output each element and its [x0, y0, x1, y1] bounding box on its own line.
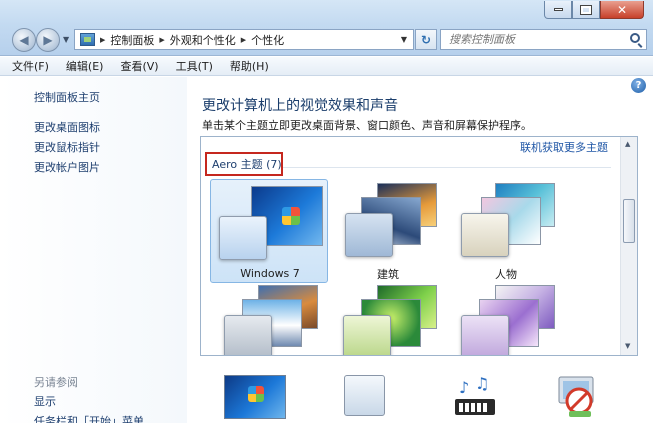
title-bar: ✕ ◀ ▶ ▼ ▶ 控制面板 ▶ 外观和个性化 ▶ 个性化 ▼ ↻ [0, 0, 653, 56]
theme-list-scrollbar[interactable]: ▲ ▼ [620, 137, 637, 355]
nature-color-card [343, 315, 391, 355]
scroll-down-icon[interactable]: ▼ [625, 342, 630, 350]
search-input[interactable] [449, 33, 619, 46]
breadcrumb-personalization[interactable]: 个性化 [251, 32, 284, 48]
back-button[interactable]: ◀ [12, 28, 36, 52]
theme-characters[interactable]: 人物 [447, 179, 565, 283]
menu-edit[interactable]: 编辑(E) [66, 58, 104, 74]
screen-saver-icon[interactable] [555, 375, 601, 419]
task-pane: 控制面板主页 更改桌面图标 更改鼠标指针 更改帐户图片 另请参阅 显示 任务栏和… [0, 77, 187, 423]
page-title: 更改计算机上的视觉效果和声音 [202, 98, 398, 114]
theme-label: 建筑 [377, 268, 399, 281]
windows7-color-card [219, 216, 267, 260]
window-controls: ✕ [544, 1, 644, 19]
window-color-icon[interactable] [344, 375, 385, 416]
forward-button[interactable]: ▶ [36, 28, 60, 52]
scroll-thumb[interactable] [623, 199, 635, 243]
back-arrow-icon: ◀ [19, 33, 29, 47]
maximize-icon [580, 4, 592, 15]
help-icon[interactable]: ? [631, 78, 646, 93]
menu-file[interactable]: 文件(F) [12, 58, 49, 74]
recent-pages-dropdown[interactable]: ▼ [63, 35, 69, 44]
theme-windows7[interactable]: Windows 7 [210, 179, 328, 283]
group-divider [281, 167, 611, 168]
display-link[interactable]: 显示 [34, 393, 56, 409]
maximize-button[interactable] [572, 1, 600, 19]
characters-preview [455, 183, 559, 257]
theme-landscapes[interactable] [210, 285, 328, 355]
windows-logo-icon [282, 207, 300, 225]
menu-tools[interactable]: 工具(T) [176, 58, 213, 74]
landscapes-color-card [224, 315, 272, 355]
characters-color-card [461, 213, 509, 257]
theme-label: 人物 [495, 268, 517, 281]
control-panel-icon [80, 33, 95, 46]
menu-help[interactable]: 帮助(H) [230, 58, 269, 74]
see-also-heading: 另请参阅 [34, 376, 78, 389]
address-dropdown-icon[interactable]: ▼ [401, 35, 407, 44]
theme-scenes[interactable] [447, 285, 565, 355]
get-more-themes-link[interactable]: 联机获取更多主题 [520, 139, 608, 155]
aero-themes-group-header[interactable]: Aero 主题 (7) [205, 152, 283, 176]
control-panel-home-link[interactable]: 控制面板主页 [34, 89, 100, 105]
desktop-background-icon[interactable] [224, 375, 286, 419]
theme-nature[interactable] [329, 285, 447, 355]
breadcrumb-separator-icon[interactable]: ▶ [241, 36, 246, 44]
search-box[interactable] [440, 29, 647, 50]
svg-text:♪: ♪ [459, 378, 469, 397]
change-account-picture-link[interactable]: 更改帐户图片 [34, 159, 100, 175]
breadcrumb-appearance[interactable]: 外观和个性化 [170, 32, 236, 48]
architecture-color-card [345, 213, 393, 257]
breadcrumb-separator-icon[interactable]: ▶ [159, 36, 164, 44]
windows7-preview [219, 186, 323, 260]
menu-bar: 文件(F) 编辑(E) 查看(V) 工具(T) 帮助(H) [0, 57, 653, 76]
landscapes-preview [218, 285, 322, 355]
scroll-up-icon[interactable]: ▲ [625, 140, 630, 148]
breadcrumb-separator-icon[interactable]: ▶ [100, 36, 105, 44]
theme-list: 联机获取更多主题 Aero 主题 (7) Windows 7 建筑 人物 ▲ ▼ [200, 136, 638, 356]
breadcrumb-control-panel[interactable]: 控制面板 [110, 32, 154, 48]
close-button[interactable]: ✕ [600, 1, 644, 19]
search-icon[interactable] [630, 33, 640, 43]
svg-text:♫: ♫ [475, 375, 489, 393]
address-bar[interactable]: ▶ 控制面板 ▶ 外观和个性化 ▶ 个性化 ▼ [74, 29, 414, 50]
nature-preview [337, 285, 441, 355]
minimize-button[interactable] [544, 1, 572, 19]
sounds-icon[interactable]: ♪ ♫ [453, 374, 497, 419]
change-mouse-pointer-link[interactable]: 更改鼠标指针 [34, 139, 100, 155]
refresh-icon: ↻ [420, 32, 432, 47]
architecture-preview [337, 183, 441, 257]
page-description: 单击某个主题立即更改桌面背景、窗口颜色、声音和屏幕保护程序。 [202, 119, 532, 132]
scenes-color-card [461, 315, 509, 355]
minimize-icon [553, 8, 563, 11]
theme-architecture[interactable]: 建筑 [329, 179, 447, 283]
menu-view[interactable]: 查看(V) [120, 58, 158, 74]
theme-label: Windows 7 [240, 267, 300, 280]
change-desktop-icons-link[interactable]: 更改桌面图标 [34, 119, 100, 135]
close-icon: ✕ [616, 2, 628, 17]
forward-arrow-icon: ▶ [43, 33, 53, 47]
scenes-preview [455, 285, 559, 355]
refresh-button[interactable]: ↻ [415, 29, 437, 50]
taskbar-start-menu-link[interactable]: 任务栏和「开始」菜单 [34, 413, 144, 423]
